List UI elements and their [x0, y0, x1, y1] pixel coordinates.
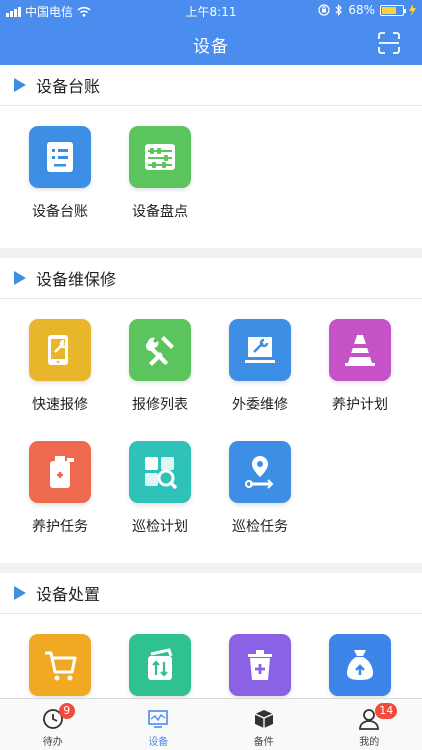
traffic-cone-icon [329, 319, 391, 381]
abacus-icon [129, 126, 191, 188]
section-title: 设备台账 [36, 77, 101, 96]
section-title: 设备处置 [36, 585, 101, 604]
tab-badge: 9 [58, 703, 75, 719]
section-header: 设备维保修 [0, 258, 422, 299]
tab-label: 设备 [148, 737, 169, 748]
triangle-marker-icon [14, 586, 26, 600]
feature-label: 外委维修 [232, 397, 288, 413]
feature-tile[interactable]: 设备盘点 [110, 126, 210, 248]
ledger-icon [29, 126, 91, 188]
section-2: 设备维保修快速报修 报修列表 外委维修 养护计划养护任务 巡检计划 巡检任务 [0, 258, 422, 563]
bluetooth-icon [335, 4, 343, 16]
section-header: 设备处置 [0, 573, 422, 614]
battery-percent: 68% [348, 3, 375, 17]
page-title: 设备 [193, 37, 229, 57]
feature-label: 养护计划 [332, 397, 388, 413]
feature-tile[interactable]: 设备台账 [10, 126, 110, 248]
inspection-task-icon [229, 441, 291, 503]
feature-tile[interactable]: 采购申请 [10, 634, 110, 698]
feature-tile[interactable]: 养护计划 [310, 319, 410, 441]
feature-tile[interactable]: 巡检任务 [210, 441, 310, 563]
triangle-marker-icon [14, 271, 26, 285]
box-icon [254, 710, 274, 728]
scan-icon[interactable] [378, 32, 400, 54]
feature-tile[interactable]: 报修列表 [110, 319, 210, 441]
section-1: 设备台账 设备台账 设备盘点 [0, 65, 422, 248]
feature-tile[interactable]: 养护任务 [10, 441, 110, 563]
nav-bar: 设备 [0, 22, 422, 65]
section-title: 设备维保修 [36, 270, 117, 289]
feature-grid: 快速报修 报修列表 外委维修 养护计划养护任务 巡检计划 巡检任务 [0, 299, 422, 563]
repair-list-icon [129, 319, 191, 381]
battery-icon [380, 4, 406, 16]
tab-3[interactable]: 备件 [211, 699, 317, 750]
feature-tile[interactable]: 调拨转移 [110, 634, 210, 698]
feature-tile[interactable]: 巡检计划 [110, 441, 210, 563]
feature-grid: 设备台账 设备盘点 [0, 106, 422, 248]
tab-label: 待办 [42, 737, 63, 748]
feature-label: 巡检任务 [232, 519, 288, 535]
tab-1[interactable]: 待办 9 [0, 699, 106, 750]
maintenance-task-icon [29, 441, 91, 503]
tab-bar: 待办 9 设备 备件 我的 14 [0, 698, 422, 750]
cart-icon [29, 634, 91, 696]
orientation-lock-icon [318, 4, 330, 16]
feature-label: 设备盘点 [132, 204, 188, 220]
main-content: 设备台账 设备台账 设备盘点 设备维保修 快速报修 报修列表 外委维修 养护计划 养护任务 巡检计… [0, 65, 422, 698]
inspection-plan-icon [129, 441, 191, 503]
charging-icon [409, 4, 416, 16]
tab-4[interactable]: 我的 14 [317, 699, 422, 750]
outsource-repair-icon [229, 319, 291, 381]
tab-label: 我的 [359, 737, 380, 748]
feature-label: 快速报修 [32, 397, 88, 413]
feature-grid: 采购申请调拨转移设备报废设备变卖 [0, 614, 422, 698]
money-bag-icon [329, 634, 391, 696]
trash-icon [229, 634, 291, 696]
feature-label: 养护任务 [32, 519, 88, 535]
feature-tile[interactable]: 设备报废 [210, 634, 310, 698]
section-header: 设备台账 [0, 65, 422, 106]
feature-tile[interactable]: 外委维修 [210, 319, 310, 441]
tab-2[interactable]: 设备 [106, 699, 212, 750]
feature-label: 报修列表 [132, 397, 188, 413]
section-3: 设备处置采购申请调拨转移设备报废设备变卖 [0, 573, 422, 698]
status-bar: 中国电信 上午8:11 68% [0, 0, 422, 22]
feature-tile[interactable]: 快速报修 [10, 319, 110, 441]
quick-repair-icon [29, 319, 91, 381]
triangle-marker-icon [14, 78, 26, 92]
tab-label: 备件 [253, 737, 274, 748]
feature-tile[interactable]: 设备变卖 [310, 634, 410, 698]
transfer-icon [129, 634, 191, 696]
feature-label: 设备台账 [32, 204, 88, 220]
monitor-icon [148, 710, 169, 728]
feature-label: 巡检计划 [132, 519, 188, 535]
tab-badge: 14 [375, 703, 398, 719]
